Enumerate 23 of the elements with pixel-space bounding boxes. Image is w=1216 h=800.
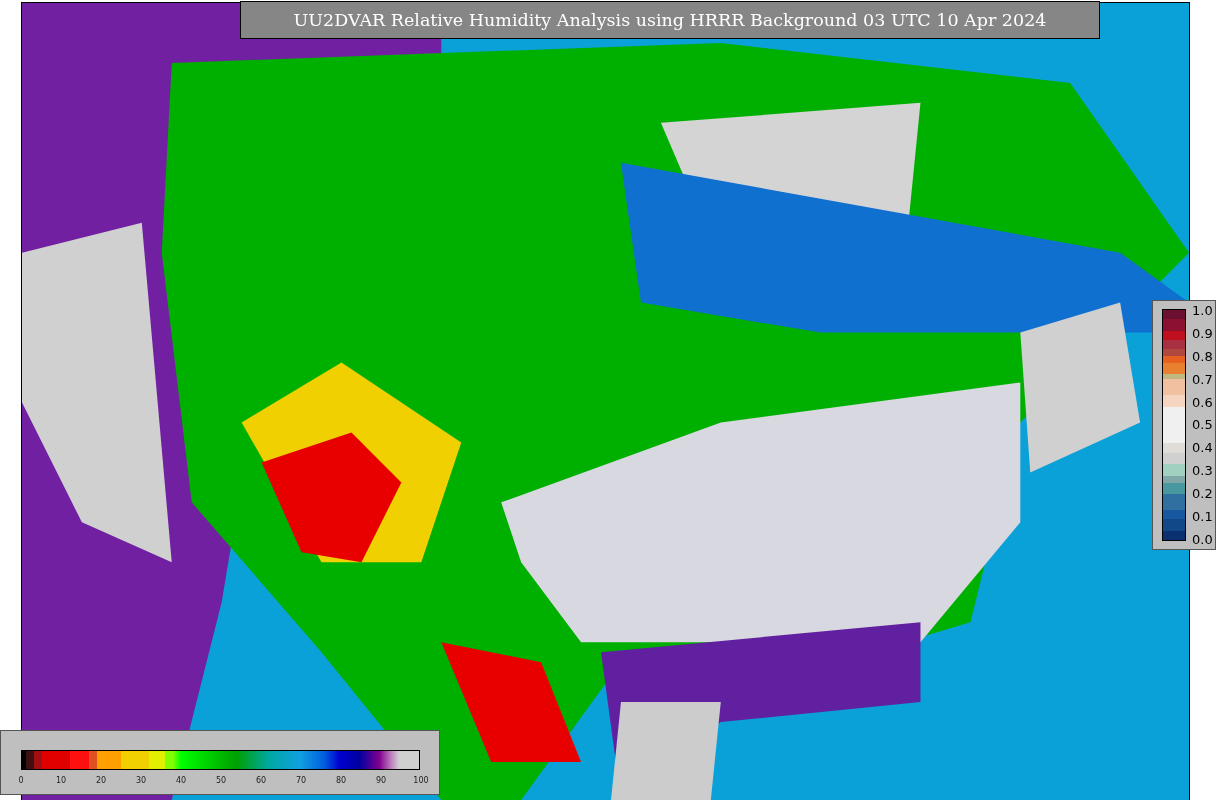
tick-label: 0.2	[1192, 486, 1213, 502]
tick-label: 80	[334, 776, 348, 785]
tick-label: 0.5	[1192, 417, 1213, 433]
tick-label: 60	[254, 776, 268, 785]
tick-label: 10	[54, 776, 68, 785]
tick-label: 100	[412, 776, 430, 785]
tick-label: 0.4	[1192, 440, 1213, 456]
tick-label: 0.7	[1192, 371, 1213, 387]
tick-label: 90	[374, 776, 388, 785]
tick-label: 0	[17, 776, 25, 785]
tick-label: 50	[214, 776, 228, 785]
tick-label: 20	[94, 776, 108, 785]
tick-label: 30	[134, 776, 148, 785]
tick-label: 0.0	[1192, 531, 1213, 547]
tick-label: 1.0	[1192, 303, 1213, 318]
tick-label: 0.1	[1192, 509, 1213, 524]
tick-label: 0.9	[1192, 325, 1213, 341]
tick-label: 0.8	[1192, 348, 1213, 364]
map-title: UU2DVAR Relative Humidity Analysis using HRRR Background 03 UTC 10 Apr 2024	[240, 1, 1100, 39]
tick-label: 0.3	[1192, 463, 1213, 479]
tick-label: 70	[294, 776, 308, 785]
tick-label: 0.6	[1192, 394, 1213, 410]
tick-label: 40	[174, 776, 188, 785]
